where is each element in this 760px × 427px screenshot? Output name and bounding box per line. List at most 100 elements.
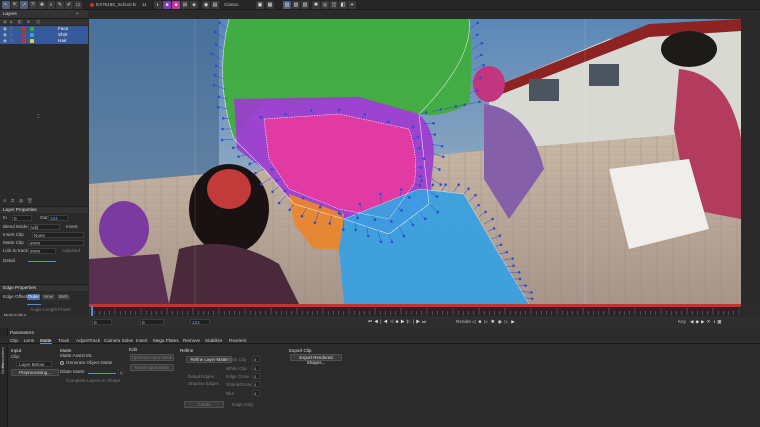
control-point[interactable]: [435, 195, 439, 198]
out-field[interactable]: 124: [48, 215, 68, 221]
control-point[interactable]: [218, 21, 221, 25]
transform-tool-icon[interactable]: ⤧: [29, 1, 37, 9]
xspline-tool-icon[interactable]: ✎: [56, 1, 64, 9]
viewer-canvas[interactable]: [89, 19, 741, 304]
lock-icon[interactable]: ○: [10, 38, 13, 44]
control-point[interactable]: [518, 277, 522, 281]
onion-icon[interactable]: ◎: [321, 1, 329, 9]
tab-clip[interactable]: Clip: [10, 337, 18, 344]
control-point[interactable]: [411, 125, 415, 129]
layer-row[interactable]: ◉ ○ Hair: [0, 38, 88, 44]
control-point[interactable]: [436, 210, 440, 214]
control-point[interactable]: [517, 270, 521, 274]
control-point[interactable]: [301, 196, 305, 200]
uberkey-icon[interactable]: ⌖: [348, 1, 356, 9]
display-icon-2[interactable]: ▦: [266, 1, 274, 9]
start-frame-field[interactable]: 0: [92, 319, 112, 325]
mask-color-icon[interactable]: ■: [163, 1, 171, 9]
eye-icon[interactable]: ◉: [3, 38, 7, 44]
control-point[interactable]: [288, 208, 292, 212]
control-point[interactable]: [328, 222, 332, 225]
multi-select-tool-icon[interactable]: ⇱: [11, 1, 19, 9]
control-point[interactable]: [439, 108, 443, 111]
layer-color-swatch[interactable]: [30, 33, 34, 37]
shrink-grow-field[interactable]: 0: [252, 381, 260, 387]
control-point[interactable]: [379, 240, 383, 244]
tab-camera-solve[interactable]: Camera Solve: [104, 337, 133, 344]
layer-color-swatch[interactable]: [22, 33, 26, 37]
control-point[interactable]: [530, 291, 533, 294]
control-point[interactable]: [390, 220, 393, 224]
control-point[interactable]: [220, 138, 224, 142]
view-c-icon[interactable]: ▨: [301, 1, 309, 9]
insert-clip-select[interactable]: None: [32, 232, 84, 238]
rect-tool-icon[interactable]: ▭: [74, 1, 82, 9]
control-point[interactable]: [237, 155, 240, 158]
side-tab-grade[interactable]: Grade: [0, 363, 6, 374]
tab-insert[interactable]: Insert: [136, 337, 148, 344]
control-point[interactable]: [390, 240, 394, 244]
control-point[interactable]: [444, 183, 447, 186]
select-tool-icon[interactable]: ↖: [2, 1, 10, 9]
control-point[interactable]: [313, 221, 317, 225]
timeline-ruler[interactable]: [89, 308, 741, 316]
dilate-matte-field[interactable]: 0: [118, 369, 124, 375]
timeline[interactable]: [89, 304, 741, 316]
control-point[interactable]: [221, 117, 225, 120]
control-point[interactable]: [216, 105, 220, 109]
edge-mode-outer[interactable]: Outer: [27, 294, 40, 300]
control-point[interactable]: [271, 190, 274, 194]
keyframe-controls[interactable]: ◀◆▶✕◑▦: [690, 319, 724, 325]
mask-view-icon[interactable]: ◧: [339, 1, 347, 9]
edge-grow-field[interactable]: 0: [252, 373, 260, 379]
zoom-tool-icon[interactable]: ⌕: [47, 1, 55, 9]
panel-close-icon[interactable]: ×: [76, 11, 79, 17]
control-point[interactable]: [420, 179, 424, 182]
control-point[interactable]: [210, 52, 213, 56]
group-layer-icon[interactable]: ▦: [19, 198, 23, 204]
layer-color-swatch[interactable]: [30, 39, 34, 43]
tab-remove[interactable]: Remove: [183, 337, 200, 344]
split-icon[interactable]: ◫: [330, 1, 338, 9]
control-point[interactable]: [416, 135, 420, 139]
go-end-icon[interactable]: ⏭: [422, 319, 428, 324]
detail-slider[interactable]: [28, 261, 56, 262]
control-point[interactable]: [399, 188, 403, 191]
control-point[interactable]: [387, 120, 390, 124]
edge-mode-both[interactable]: Both: [57, 294, 70, 300]
control-point[interactable]: [259, 182, 263, 186]
control-point[interactable]: [530, 297, 534, 301]
control-point[interactable]: [411, 223, 415, 227]
invert-checkbox[interactable]: Invert: [66, 224, 78, 230]
overlay-icon[interactable]: ◈: [190, 1, 198, 9]
link-to-track-select[interactable]: ####: [28, 248, 56, 254]
clip-name[interactable]: EX76188_School Bar: [96, 2, 136, 8]
control-point[interactable]: [283, 189, 287, 193]
control-point[interactable]: [214, 64, 218, 68]
transport-controls[interactable]: ⏮◀|◀◁■▶▷|▶⏭: [368, 319, 428, 325]
control-point[interactable]: [400, 209, 404, 212]
add-layer-icon[interactable]: ⊕: [3, 198, 7, 204]
current-frame-field[interactable]: 0: [140, 319, 164, 325]
control-point[interactable]: [505, 250, 509, 254]
control-point[interactable]: [440, 144, 444, 148]
control-point[interactable]: [432, 121, 435, 125]
playhead[interactable]: [91, 306, 93, 316]
input-layer-select[interactable]: Layer Below: [16, 361, 52, 367]
control-point[interactable]: [337, 108, 341, 112]
control-point[interactable]: [309, 108, 313, 112]
control-point[interactable]: [482, 63, 485, 67]
control-point[interactable]: [423, 217, 427, 221]
control-point[interactable]: [524, 284, 528, 287]
preprocessing-button[interactable]: Preprocessing...: [11, 369, 59, 376]
control-point[interactable]: [358, 202, 362, 206]
workspace-selector[interactable]: Classic: [224, 2, 239, 8]
control-point[interactable]: [213, 30, 217, 34]
control-point[interactable]: [512, 264, 515, 268]
black-clip-field[interactable]: 0: [252, 356, 260, 362]
control-point[interactable]: [342, 228, 345, 232]
control-point[interactable]: [457, 183, 461, 187]
control-point[interactable]: [433, 133, 437, 136]
control-point[interactable]: [479, 76, 482, 80]
control-point[interactable]: [431, 183, 435, 187]
